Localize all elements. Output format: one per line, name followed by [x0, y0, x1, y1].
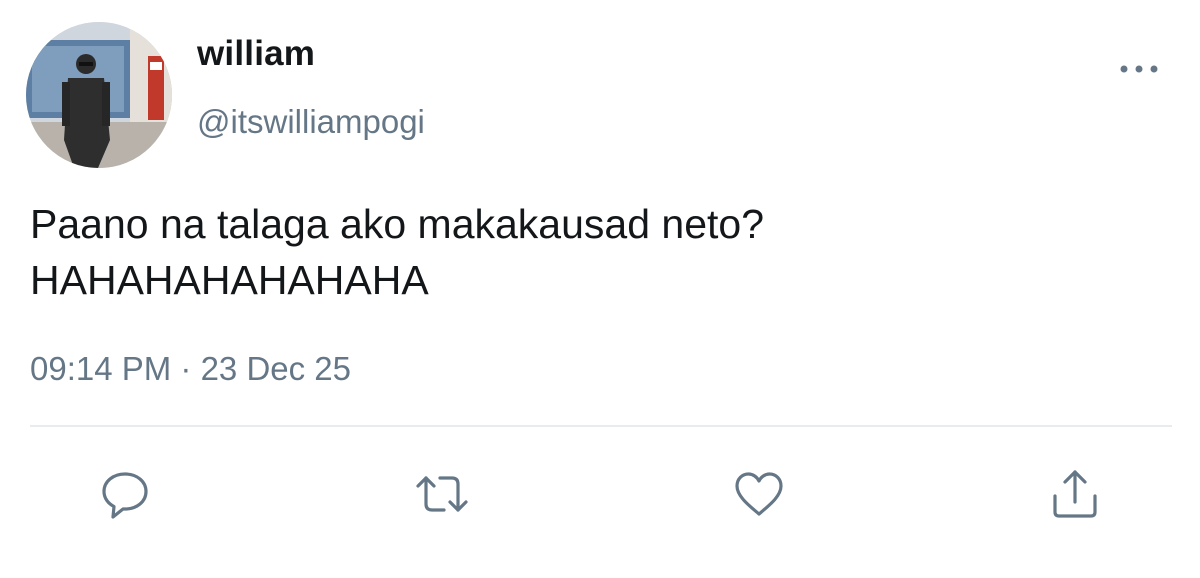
retweet-arrows-icon	[416, 476, 468, 512]
reply-button[interactable]	[97, 466, 153, 522]
divider	[30, 425, 1172, 427]
more-horizontal-icon	[1120, 65, 1158, 73]
tweet-timestamp[interactable]: 09:14 PM · 23 Dec 25	[30, 350, 351, 388]
tweet-text-line: HAHAHAHAHAHAHA	[30, 257, 429, 303]
display-name[interactable]: william	[197, 34, 315, 74]
like-button[interactable]	[731, 466, 787, 522]
tweet-text-line: Paano na talaga ako makakausad neto?	[30, 201, 764, 247]
retweet-button[interactable]	[414, 466, 470, 522]
tweet-text: Paano na talaga ako makakausad neto? HAH…	[30, 196, 1170, 308]
heart-icon	[735, 472, 783, 516]
user-handle[interactable]: @itswilliampogi	[197, 103, 425, 141]
avatar[interactable]	[26, 22, 172, 168]
speech-bubble-icon	[102, 472, 148, 519]
more-options-button[interactable]	[1114, 54, 1164, 84]
share-upload-icon	[1053, 470, 1097, 518]
tweet-card: william @itswilliampogi Paano na talaga …	[0, 0, 1200, 578]
share-button[interactable]	[1047, 466, 1103, 522]
